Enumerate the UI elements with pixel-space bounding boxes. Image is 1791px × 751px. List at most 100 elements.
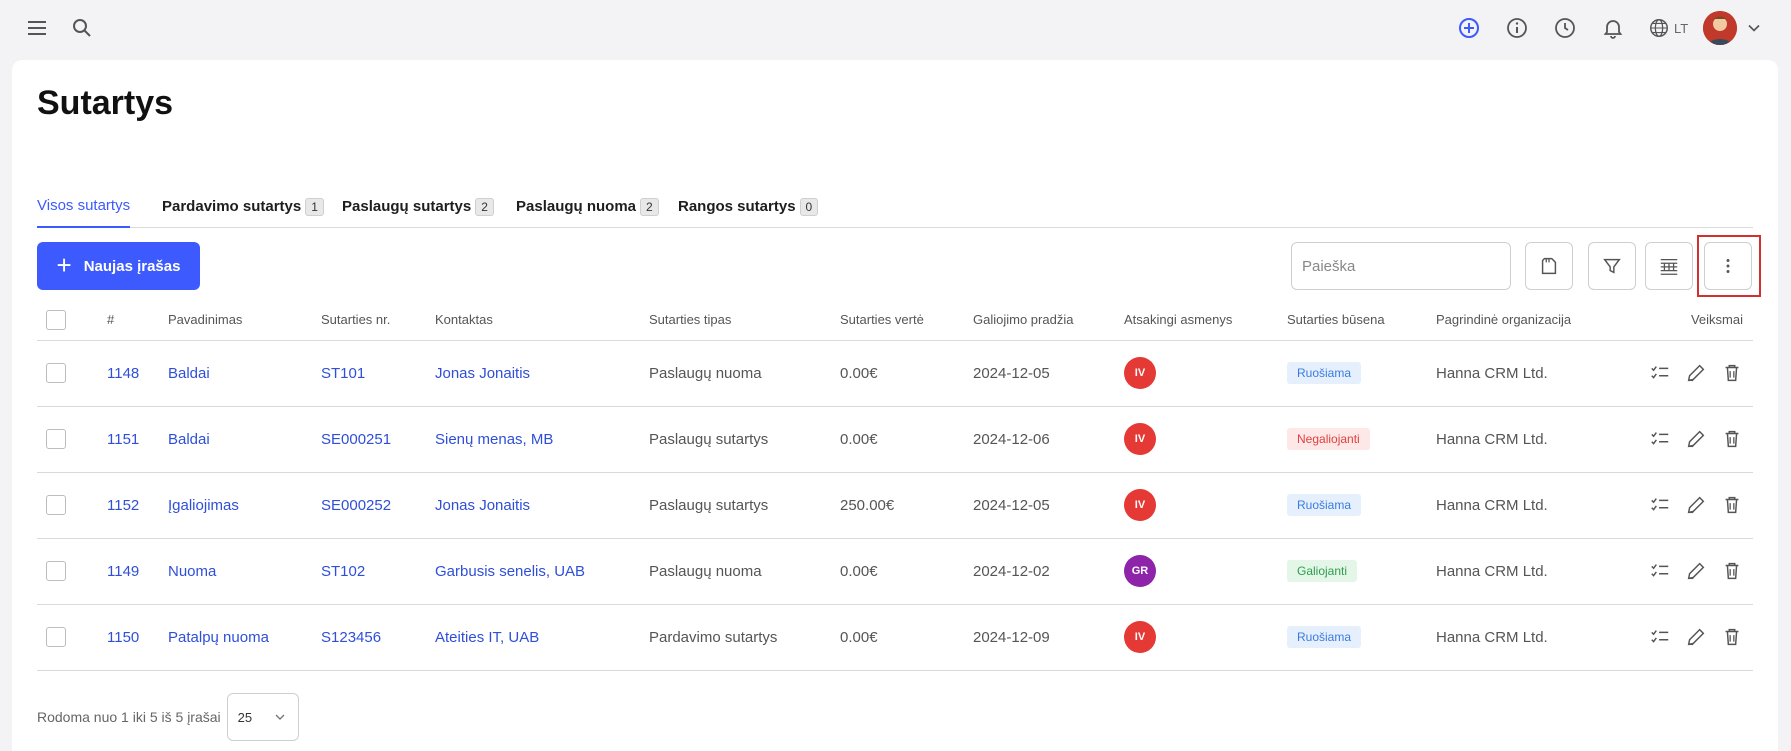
columns-icon bbox=[1660, 258, 1678, 275]
col-org[interactable]: Pagrindinė organizacija bbox=[1436, 300, 1626, 341]
row-number[interactable]: S123456 bbox=[321, 604, 435, 671]
tab-count: 1 bbox=[305, 197, 324, 216]
row-checkbox[interactable] bbox=[46, 495, 66, 515]
row-type: Paslaugų sutartys bbox=[649, 472, 840, 539]
row-start: 2024-12-05 bbox=[973, 472, 1124, 539]
page-size-value: 25 bbox=[237, 709, 253, 725]
globe-icon bbox=[1650, 19, 1668, 37]
delete-icon[interactable] bbox=[1721, 362, 1743, 384]
contracts-table: # Pavadinimas Sutarties nr. Kontaktas Su… bbox=[37, 300, 1753, 671]
delete-icon[interactable] bbox=[1721, 428, 1743, 450]
edit-icon[interactable] bbox=[1685, 626, 1707, 648]
row-type: Paslaugų nuoma bbox=[649, 340, 840, 407]
row-start: 2024-12-06 bbox=[973, 406, 1124, 473]
chevron-down-icon[interactable] bbox=[1740, 14, 1768, 42]
row-checkbox[interactable] bbox=[46, 627, 66, 647]
new-record-button[interactable]: + Naujas įrašas bbox=[37, 242, 200, 290]
info-icon[interactable] bbox=[1501, 12, 1533, 44]
row-id[interactable]: 1148 bbox=[107, 340, 168, 407]
status-badge: Negaliojanti bbox=[1287, 428, 1370, 450]
row-name[interactable]: Baldai bbox=[168, 340, 321, 407]
checklist-icon[interactable] bbox=[1649, 428, 1671, 450]
row-name[interactable]: Nuoma bbox=[168, 538, 321, 605]
owner-avatar[interactable]: IV bbox=[1124, 489, 1156, 521]
search-icon[interactable] bbox=[66, 12, 98, 44]
row-contact[interactable]: Jonas Jonaitis bbox=[435, 472, 649, 539]
row-checkbox[interactable] bbox=[46, 561, 66, 581]
row-org: Hanna CRM Ltd. bbox=[1436, 538, 1626, 605]
checklist-icon[interactable] bbox=[1649, 362, 1671, 384]
row-value: 250.00€ bbox=[840, 472, 973, 539]
tab-service-rent[interactable]: Paslaugų nuoma 2 bbox=[516, 185, 659, 228]
col-contact[interactable]: Kontaktas bbox=[435, 300, 649, 341]
col-type[interactable]: Sutarties tipas bbox=[649, 300, 840, 341]
status-badge: Ruošiama bbox=[1287, 362, 1362, 384]
col-owners[interactable]: Atsakingi asmenys bbox=[1124, 300, 1287, 341]
search-input[interactable] bbox=[1302, 257, 1501, 275]
row-checkbox[interactable] bbox=[46, 363, 66, 383]
col-name[interactable]: Pavadinimas bbox=[168, 300, 321, 341]
tab-bar: Visos sutartys Pardavimo sutartys 1 Pasl… bbox=[37, 185, 1753, 228]
col-status[interactable]: Sutarties būsena bbox=[1287, 300, 1436, 341]
add-circle-icon[interactable] bbox=[1453, 12, 1485, 44]
language-selector[interactable]: LT bbox=[1648, 12, 1688, 44]
select-all-checkbox[interactable] bbox=[46, 309, 66, 330]
tab-count: 2 bbox=[475, 197, 494, 216]
col-value[interactable]: Sutarties vertė bbox=[840, 300, 973, 341]
row-number[interactable]: SE000252 bbox=[321, 472, 435, 539]
tab-construction[interactable]: Rangos sutartys 0 bbox=[678, 185, 819, 228]
status-badge: Ruošiama bbox=[1287, 494, 1362, 516]
user-avatar[interactable] bbox=[1703, 11, 1737, 45]
row-type: Paslaugų nuoma bbox=[649, 538, 840, 605]
row-contact[interactable]: Jonas Jonaitis bbox=[435, 340, 649, 407]
main-card: Sutartys Visos sutartys Pardavimo sutart… bbox=[12, 60, 1778, 751]
row-id[interactable]: 1149 bbox=[107, 538, 168, 605]
col-id[interactable]: # bbox=[107, 300, 168, 341]
edit-icon[interactable] bbox=[1685, 362, 1707, 384]
owner-avatar[interactable]: IV bbox=[1124, 423, 1156, 455]
plus-icon: + bbox=[56, 250, 72, 280]
filter-button[interactable] bbox=[1588, 242, 1636, 290]
clock-icon[interactable] bbox=[1549, 12, 1581, 44]
page-size-select[interactable]: 25 bbox=[226, 693, 299, 741]
row-id[interactable]: 1150 bbox=[107, 604, 168, 671]
bell-icon[interactable] bbox=[1597, 12, 1629, 44]
delete-icon[interactable] bbox=[1721, 626, 1743, 648]
owner-avatar[interactable]: IV bbox=[1124, 621, 1156, 653]
menu-icon[interactable] bbox=[21, 12, 53, 44]
edit-icon[interactable] bbox=[1685, 560, 1707, 582]
columns-button[interactable] bbox=[1645, 242, 1693, 290]
row-name[interactable]: Baldai bbox=[168, 406, 321, 473]
delete-icon[interactable] bbox=[1721, 560, 1743, 582]
row-contact[interactable]: Sienų menas, MB bbox=[435, 406, 649, 473]
tab-sales[interactable]: Pardavimo sutartys 1 bbox=[162, 185, 324, 228]
edit-icon[interactable] bbox=[1685, 494, 1707, 516]
chevron-down-icon bbox=[275, 714, 285, 720]
row-number[interactable]: SE000251 bbox=[321, 406, 435, 473]
row-name[interactable]: Patalpų nuoma bbox=[168, 604, 321, 671]
row-number[interactable]: ST102 bbox=[321, 538, 435, 605]
export-button[interactable] bbox=[1525, 242, 1573, 290]
table-row: 1148 Baldai ST101 Jonas Jonaitis Paslaug… bbox=[37, 340, 1753, 407]
owner-avatar[interactable]: IV bbox=[1124, 357, 1156, 389]
owner-avatar[interactable]: GR bbox=[1124, 555, 1156, 587]
checklist-icon[interactable] bbox=[1649, 626, 1671, 648]
row-contact[interactable]: Garbusis senelis, UAB bbox=[435, 538, 649, 605]
row-name[interactable]: Įgaliojimas bbox=[168, 472, 321, 539]
tab-services[interactable]: Paslaugų sutartys 2 bbox=[342, 185, 494, 228]
edit-icon[interactable] bbox=[1685, 428, 1707, 450]
row-id[interactable]: 1151 bbox=[107, 406, 168, 473]
row-checkbox[interactable] bbox=[46, 429, 66, 449]
delete-icon[interactable] bbox=[1721, 494, 1743, 516]
col-start[interactable]: Galiojimo pradžia bbox=[973, 300, 1124, 341]
highlight-box bbox=[1697, 235, 1761, 297]
tab-all[interactable]: Visos sutartys bbox=[37, 185, 131, 228]
row-id[interactable]: 1152 bbox=[107, 472, 168, 539]
row-contact[interactable]: Ateities IT, UAB bbox=[435, 604, 649, 671]
table-row: 1149 Nuoma ST102 Garbusis senelis, UAB P… bbox=[37, 538, 1753, 605]
status-badge: Ruošiama bbox=[1287, 626, 1362, 648]
checklist-icon[interactable] bbox=[1649, 560, 1671, 582]
row-number[interactable]: ST101 bbox=[321, 340, 435, 407]
checklist-icon[interactable] bbox=[1649, 494, 1671, 516]
col-number[interactable]: Sutarties nr. bbox=[321, 300, 435, 341]
